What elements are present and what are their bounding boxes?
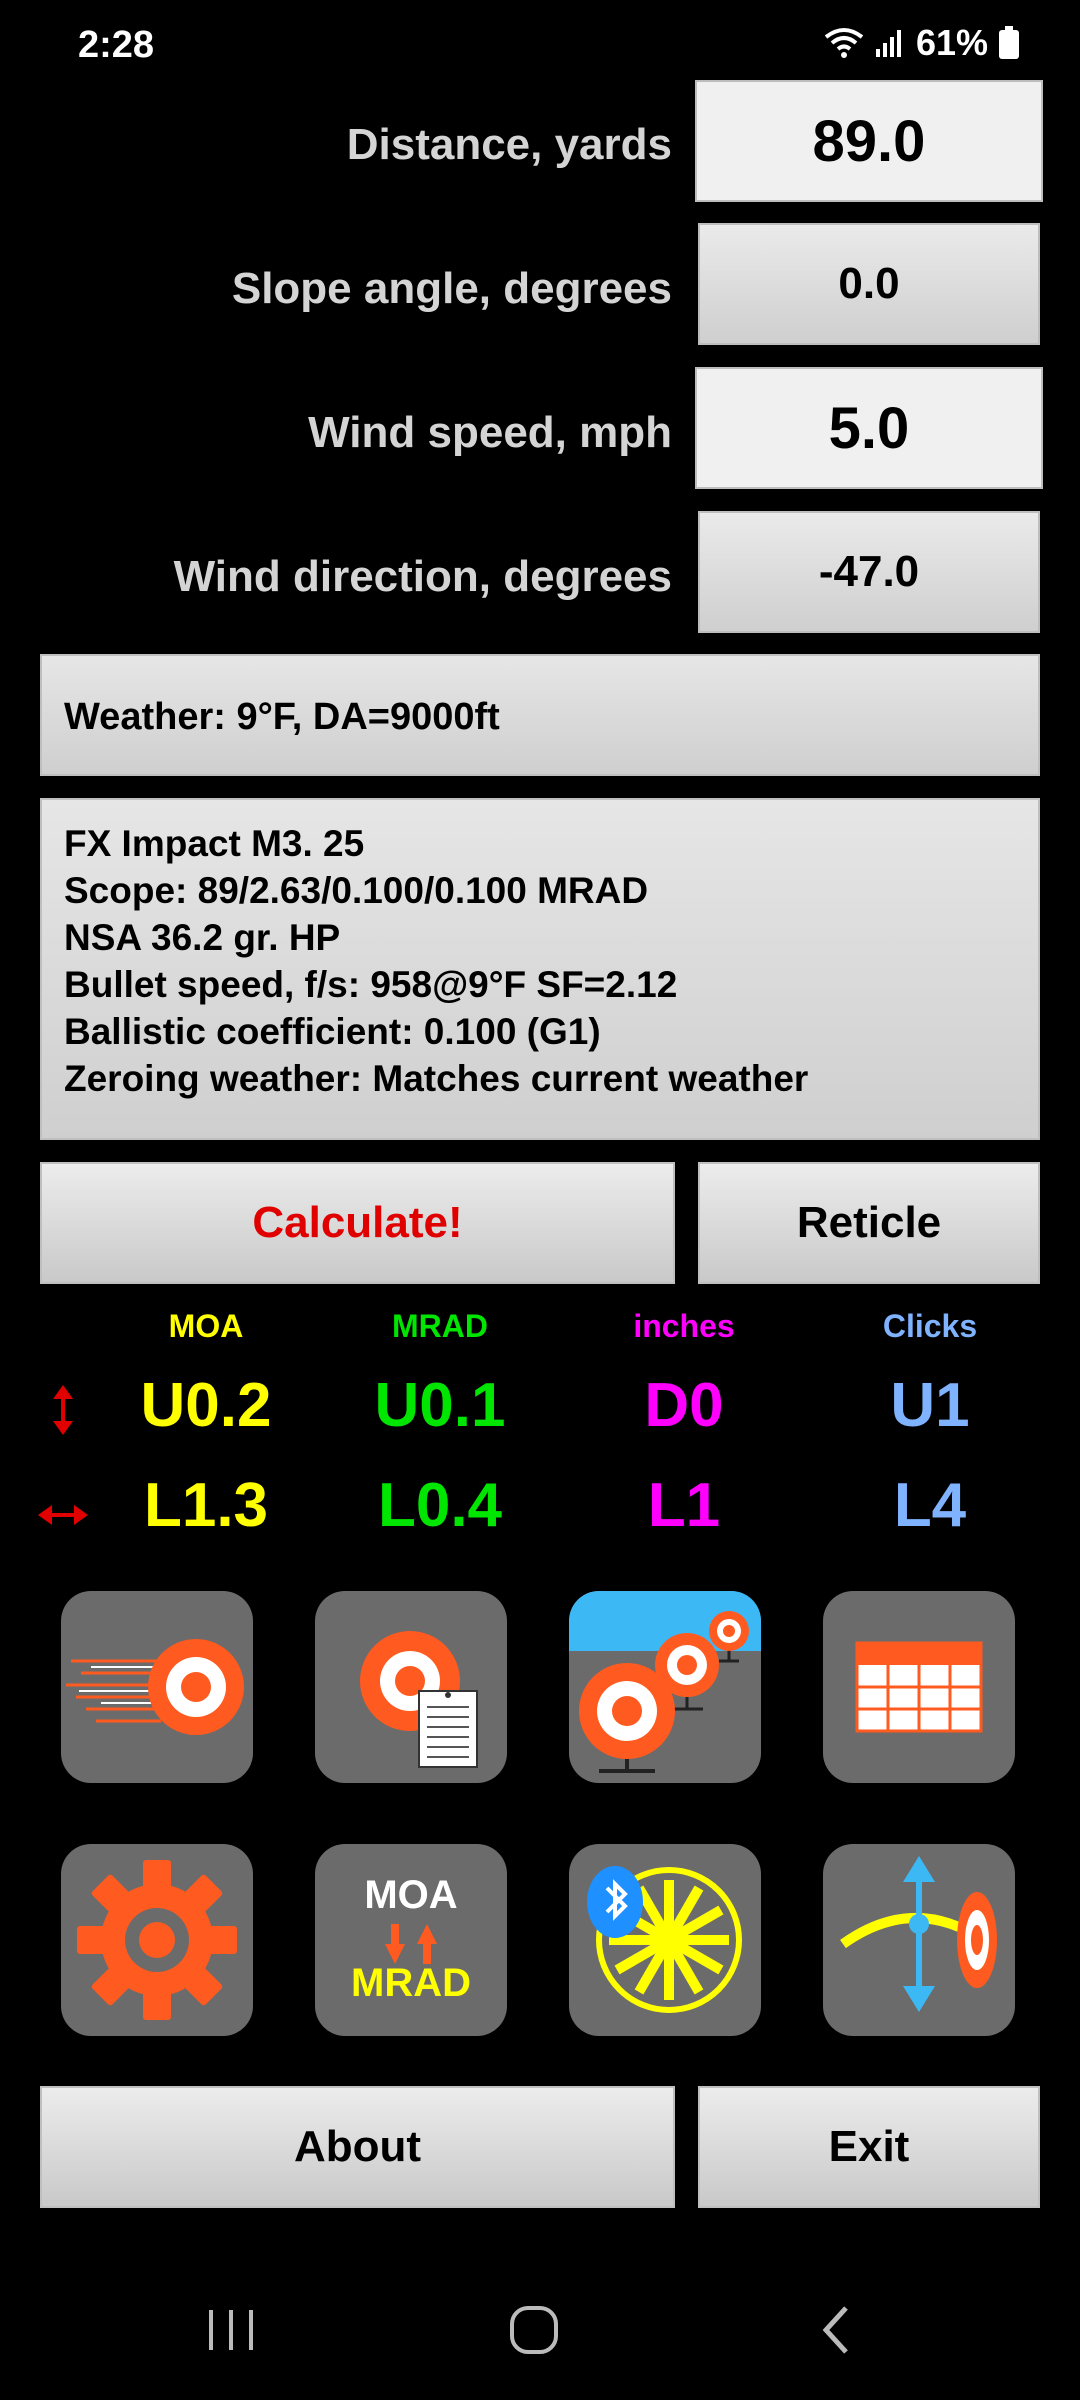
wind-speed-field[interactable]: 5.0: [695, 367, 1043, 489]
clicks-header: Clicks: [882, 1308, 978, 1344]
status-time: 2:28: [78, 24, 155, 66]
slope-label: Slope angle, degrees: [231, 264, 672, 313]
profile-scope: Scope: 89/2.63/0.100/0.100 MRAD: [64, 870, 649, 911]
multi-target-icon: [569, 1591, 761, 1773]
wind-direction-label: Wind direction, degrees: [173, 552, 672, 601]
weather-text: Weather: 9°F, DA=9000ft: [64, 696, 500, 738]
speed-target-icon: [66, 1639, 244, 1735]
slope-field[interactable]: 0.0: [698, 223, 1040, 345]
up-down-arrow-icon: [53, 1385, 73, 1435]
table-icon: [855, 1641, 983, 1733]
gear-icon: [77, 1860, 237, 2020]
target-report-tile[interactable]: [315, 1591, 507, 1783]
moa-mrad-converter-icon: MOA MRAD: [351, 1873, 471, 2005]
profile-bullet: NSA 36.2 gr. HP: [64, 917, 341, 958]
exit-button[interactable]: Exit: [698, 2086, 1040, 2208]
profile-zeroing-weather: Zeroing weather: Matches current weather: [64, 1058, 809, 1099]
wind-meter-tile[interactable]: [569, 1844, 761, 2036]
horizontal-mrad-value: L0.4: [377, 1471, 503, 1540]
distance-field[interactable]: 89.0: [695, 80, 1043, 202]
profile-ballistic-coefficient: Ballistic coefficient: 0.100 (G1): [64, 1011, 601, 1052]
horizontal-clicks-value: L4: [893, 1471, 967, 1540]
weather-panel[interactable]: Weather: 9°F, DA=9000ft: [40, 654, 1040, 776]
vertical-inches-value: D0: [644, 1371, 724, 1440]
moa-mrad-converter-tile[interactable]: MOA MRAD: [315, 1844, 507, 2036]
target-report-icon: [360, 1631, 478, 1768]
profile-bullet-speed: Bullet speed, f/s: 958@9°F SF=2.12: [64, 964, 678, 1005]
moa-header: MOA: [168, 1308, 244, 1344]
battery-percent: 61%: [915, 22, 988, 63]
table-tile[interactable]: [823, 1591, 1015, 1783]
wind-direction-field[interactable]: -47.0: [698, 511, 1040, 633]
signal-icon: [875, 30, 901, 57]
bluetooth-wind-meter-icon: [587, 1866, 742, 2013]
calculate-button[interactable]: Calculate!: [40, 1162, 675, 1284]
multi-target-tile[interactable]: [569, 1591, 761, 1783]
status-icons: 61%: [824, 22, 1020, 64]
trajectory-tile[interactable]: [823, 1844, 1015, 2036]
wifi-icon: [824, 28, 864, 58]
reticle-button[interactable]: Reticle: [698, 1162, 1040, 1284]
converter-top-label: MOA: [364, 1873, 457, 1917]
wind-speed-label: Wind speed, mph: [308, 408, 672, 457]
left-right-arrow-icon: [38, 1505, 88, 1525]
profile-panel[interactable]: FX Impact M3. 25 Scope: 89/2.63/0.100/0.…: [40, 798, 1040, 1140]
back-icon[interactable]: [818, 2304, 854, 2356]
recent-apps-icon[interactable]: [205, 2306, 257, 2354]
vertical-clicks-value: U1: [890, 1371, 970, 1440]
battery-icon: [999, 26, 1019, 59]
profile-rifle: FX Impact M3. 25: [64, 823, 365, 864]
about-button[interactable]: About: [40, 2086, 675, 2208]
mrad-header: MRAD: [392, 1308, 488, 1344]
trajectory-icon: [840, 1856, 997, 2012]
distance-label: Distance, yards: [346, 120, 672, 169]
horizontal-inches-value: L1: [647, 1471, 721, 1540]
vertical-mrad-value: U0.1: [374, 1371, 506, 1440]
horizontal-moa-value: L1.3: [143, 1471, 269, 1540]
speed-target-tile[interactable]: [61, 1591, 253, 1783]
home-icon[interactable]: [508, 2304, 560, 2356]
converter-bottom-label: MRAD: [351, 1961, 471, 2005]
settings-tile[interactable]: [61, 1844, 253, 2036]
inches-header: inches: [633, 1308, 735, 1344]
vertical-moa-value: U0.2: [140, 1371, 272, 1440]
